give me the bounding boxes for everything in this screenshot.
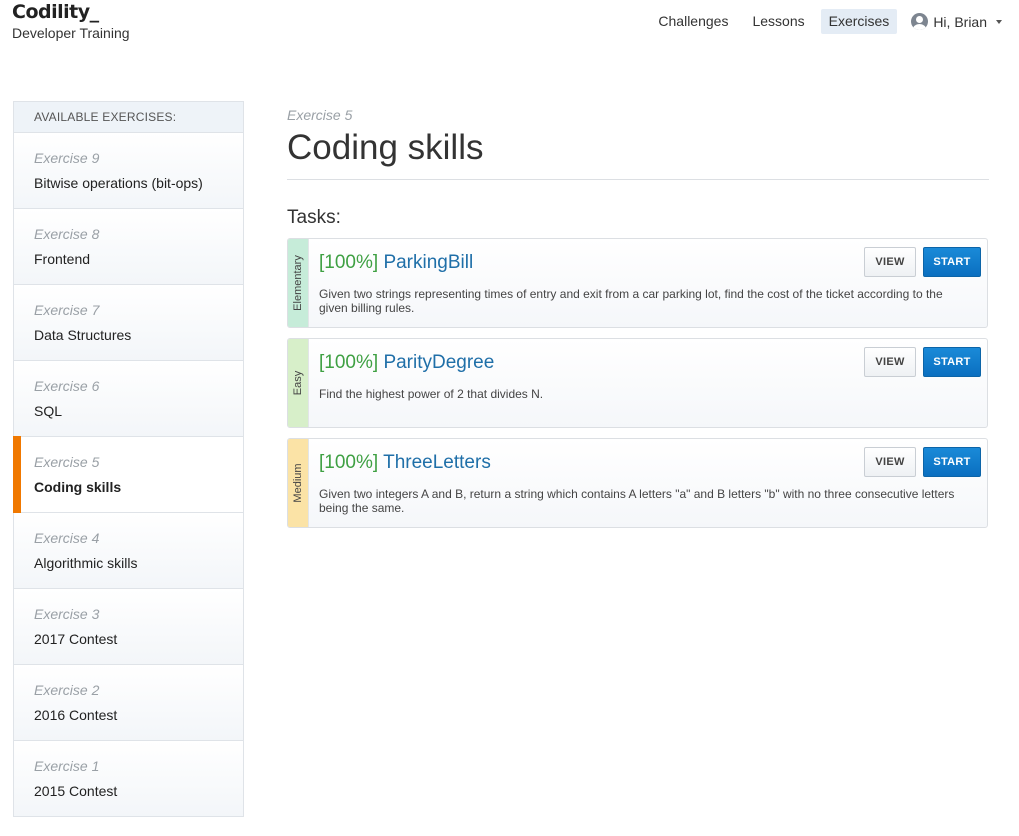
exercise-title: 2017 Contest <box>34 631 118 647</box>
task-card-paritydegree: Easy [100%] ParityDegree Find the highes… <box>287 338 988 428</box>
top-nav: Challenges Lessons Exercises Hi, Brian <box>650 9 1002 34</box>
exercise-title: 2015 Contest <box>34 783 118 799</box>
task-card-parkingbill: Elementary [100%] ParkingBill Given two … <box>287 238 988 328</box>
task-score: [100%] <box>319 452 379 473</box>
exercise-title: Algorithmic skills <box>34 555 138 571</box>
difficulty-tag: Medium <box>288 439 309 527</box>
task-name: ThreeLetters <box>383 452 491 473</box>
exercise-number: Exercise 6 <box>34 378 100 394</box>
title-divider <box>287 179 989 180</box>
task-title-link[interactable]: [100%] ThreeLetters <box>319 452 491 474</box>
task-name: ParkingBill <box>383 252 474 273</box>
sidebar-item-exercise-3[interactable]: Exercise 3 2017 Contest <box>14 589 243 665</box>
exercise-title: Frontend <box>34 251 91 267</box>
difficulty-label: Elementary <box>292 255 304 311</box>
sidebar-item-exercise-8[interactable]: Exercise 8 Frontend <box>14 209 243 285</box>
task-score: [100%] <box>319 352 379 373</box>
start-button[interactable]: START <box>923 347 981 377</box>
nav-exercises[interactable]: Exercises <box>820 9 898 34</box>
codility-logo: Codility_ <box>12 1 99 23</box>
sidebar-item-exercise-4[interactable]: Exercise 4 Algorithmic skills <box>14 513 243 589</box>
difficulty-label: Medium <box>292 463 304 503</box>
difficulty-label: Easy <box>292 370 304 396</box>
sidebar-item-exercise-1[interactable]: Exercise 1 2015 Contest <box>14 741 243 816</box>
user-greeting: Hi, Brian <box>933 13 987 30</box>
exercise-number: Exercise 2 <box>34 682 100 698</box>
task-title-link[interactable]: [100%] ParkingBill <box>319 252 473 274</box>
task-description: Find the highest power of 2 that divides… <box>319 387 544 401</box>
exercise-number: Exercise 5 <box>34 454 100 470</box>
exercise-title: SQL <box>34 403 63 419</box>
view-button[interactable]: VIEW <box>864 247 916 277</box>
task-description: Given two integers A and B, return a str… <box>319 487 955 515</box>
sidebar-item-exercise-7[interactable]: Exercise 7 Data Structures <box>14 285 243 361</box>
sidebar-heading: AVAILABLE EXERCISES: <box>14 102 243 133</box>
brand-subtitle: Developer Training <box>12 25 130 41</box>
exercise-content: Exercise 5 Coding skills Tasks: <box>287 107 989 229</box>
brand[interactable]: Codility_ Developer Training <box>12 1 130 41</box>
task-description: Given two strings representing times of … <box>319 287 943 315</box>
sidebar-item-exercise-9[interactable]: Exercise 9 Bitwise operations (bit-ops) <box>14 133 243 209</box>
chevron-down-icon <box>996 19 1002 24</box>
exercise-number-label: Exercise 5 <box>287 107 353 123</box>
sidebar-item-exercise-5[interactable]: Exercise 5 Coding skills <box>13 436 243 513</box>
sidebar-item-exercise-6[interactable]: Exercise 6 SQL <box>14 361 243 437</box>
difficulty-tag: Easy <box>288 339 309 427</box>
exercise-title: Coding skills <box>34 479 122 495</box>
view-button[interactable]: VIEW <box>864 347 916 377</box>
nav-lessons[interactable]: Lessons <box>744 9 812 34</box>
exercise-number: Exercise 1 <box>34 758 100 774</box>
exercise-number: Exercise 4 <box>34 530 100 546</box>
exercise-title: Data Structures <box>34 327 132 343</box>
task-name: ParityDegree <box>383 352 495 373</box>
tasks-heading: Tasks: <box>287 207 341 228</box>
start-button[interactable]: START <box>923 247 981 277</box>
exercise-title: Bitwise operations (bit-ops) <box>34 175 203 191</box>
user-menu[interactable]: Hi, Brian <box>905 9 1002 34</box>
exercise-title: 2016 Contest <box>34 707 118 723</box>
user-avatar-icon <box>911 13 929 30</box>
task-title-link[interactable]: [100%] ParityDegree <box>319 352 494 374</box>
exercise-number: Exercise 7 <box>34 302 100 318</box>
view-button[interactable]: VIEW <box>864 447 916 477</box>
start-button[interactable]: START <box>923 447 981 477</box>
nav-challenges[interactable]: Challenges <box>650 9 736 34</box>
exercise-number: Exercise 3 <box>34 606 100 622</box>
sidebar-item-exercise-2[interactable]: Exercise 2 2016 Contest <box>14 665 243 741</box>
exercise-number: Exercise 9 <box>34 150 100 166</box>
difficulty-tag: Elementary <box>288 239 309 327</box>
exercise-number: Exercise 8 <box>34 226 100 242</box>
task-card-threeletters: Medium [100%] ThreeLetters Given two int… <box>287 438 988 528</box>
exercise-sidebar: AVAILABLE EXERCISES: Exercise 9 Bitwise … <box>13 101 244 817</box>
task-score: [100%] <box>319 252 379 273</box>
page-title: Coding skills <box>287 128 484 167</box>
